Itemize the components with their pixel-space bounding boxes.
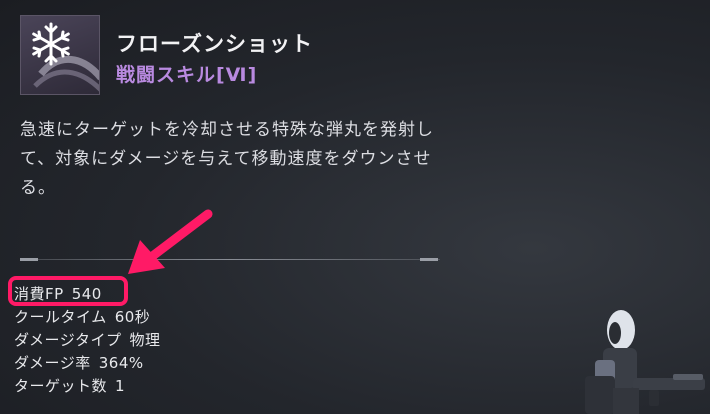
stat-label: ダメージ率	[14, 354, 91, 372]
skill-icon	[20, 15, 100, 95]
divider-cap-left	[20, 258, 38, 261]
stat-label: クールタイム	[14, 308, 107, 326]
stat-label: ターゲット数	[14, 377, 108, 395]
stat-damage-type: ダメージタイプ 物理	[14, 329, 160, 350]
stat-value: 1	[115, 377, 126, 395]
stat-target-count: ターゲット数 1	[14, 375, 125, 396]
snowflake-icon	[32, 22, 99, 92]
skill-detail-panel: フローズンショット 戦闘スキル[Ⅵ] 急速にターゲットを冷却させる特殊な弾丸を発…	[0, 0, 710, 414]
stat-cooldown: クールタイム 60秒	[14, 306, 150, 327]
stat-label: ダメージタイプ	[14, 331, 122, 349]
divider-cap-right	[420, 258, 438, 261]
stat-value: 60秒	[114, 308, 151, 326]
stat-damage-rate: ダメージ率 364%	[14, 352, 144, 373]
fp-cost-highlight	[8, 276, 128, 306]
skill-name: フローズンショット	[116, 32, 313, 56]
skill-description: 急速にターゲットを冷却させる特殊な弾丸を発射して、対象にダメージを与えて移動速度…	[20, 120, 434, 198]
stat-value: 物理	[129, 331, 161, 349]
skill-type: 戦闘スキル[Ⅵ]	[116, 64, 258, 86]
character-figure	[585, 310, 705, 414]
divider	[20, 259, 440, 260]
stat-value: 364%	[98, 354, 144, 372]
